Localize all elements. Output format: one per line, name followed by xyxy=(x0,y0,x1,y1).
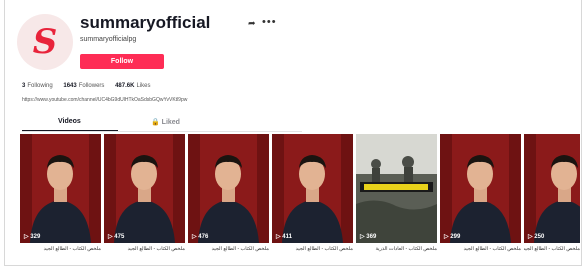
view-count: ▷ 329 xyxy=(24,234,41,240)
battle-scene-image xyxy=(356,134,437,243)
presenter-image xyxy=(188,134,269,243)
video-thumbnail[interactable]: ▷ 411 xyxy=(272,134,353,243)
presenter-image xyxy=(524,134,580,243)
play-icon: ▷ xyxy=(192,234,197,240)
video-card[interactable]: ▷ 250 ملخص الكتاب - الطالع الجيد xyxy=(524,134,580,252)
video-card[interactable]: ▷ 475 ملخص الكتاب - الطالع الجيد xyxy=(104,134,185,252)
tab-videos[interactable]: Videos xyxy=(58,118,81,125)
play-icon: ▷ xyxy=(108,234,113,240)
view-count: ▷ 250 xyxy=(528,234,545,240)
play-icon: ▷ xyxy=(444,234,449,240)
video-card[interactable]: ▷ 411 ملخص الكتاب - الطالع الجيد xyxy=(272,134,353,252)
profile-nickname: summaryofficialpg xyxy=(80,36,137,43)
presenter-image xyxy=(272,134,353,243)
video-caption: ملخص الكتاب - الطالع الجيد xyxy=(463,246,521,252)
video-caption: ملخص الكتاب - العادات الذرية xyxy=(375,246,437,252)
tab-liked[interactable]: 🔒 Liked xyxy=(151,118,180,126)
play-icon: ▷ xyxy=(24,234,29,240)
video-thumbnail[interactable]: ▷ 250 xyxy=(524,134,580,243)
stat-likes: 487.6K Likes xyxy=(115,83,151,89)
presenter-image xyxy=(104,134,185,243)
video-thumbnail[interactable]: ▷ 369 xyxy=(356,134,437,243)
video-card[interactable]: ▷ 299 ملخص الكتاب - الطالع الجيد xyxy=(440,134,521,252)
video-caption: ملخص الكتاب - الطالع الجيد xyxy=(127,246,185,252)
video-thumbnail[interactable]: ▷ 475 xyxy=(104,134,185,243)
more-icon[interactable]: ••• xyxy=(262,16,277,28)
video-card[interactable]: ▷ 476 ملخص الكتاب - الطالع الجيد xyxy=(188,134,269,252)
video-caption: ملخص الكتاب - الطالع الجيد xyxy=(295,246,353,252)
view-count: ▷ 299 xyxy=(444,234,461,240)
view-count: ▷ 476 xyxy=(192,234,209,240)
tab-divider xyxy=(22,131,302,132)
video-card[interactable]: ▷ 369 ملخص الكتاب - العادات الذرية xyxy=(356,134,437,252)
avatar[interactable]: S xyxy=(17,14,73,70)
presenter-image xyxy=(20,134,101,243)
share-icon[interactable]: ➦ xyxy=(248,18,256,29)
presenter-image xyxy=(440,134,521,243)
lock-icon: 🔒 xyxy=(151,119,160,126)
stat-followers[interactable]: 1643 Followers xyxy=(63,83,104,89)
brand-logo-icon: S xyxy=(32,22,58,62)
video-caption: ملخص الكتاب - الطالع الجيد xyxy=(43,246,101,252)
tab-active-indicator xyxy=(22,130,118,131)
view-count: ▷ 475 xyxy=(108,234,125,240)
profile-stats: 3 Following 1643 Followers 487.6K Likes xyxy=(22,83,159,89)
play-icon: ▷ xyxy=(528,234,533,240)
stat-following[interactable]: 3 Following xyxy=(22,83,53,89)
video-caption: ملخص الكتاب - الطالع الجيد xyxy=(524,246,580,252)
play-icon: ▷ xyxy=(276,234,281,240)
video-card[interactable]: ▷ 329 ملخص الكتاب - الطالع الجيد xyxy=(20,134,101,252)
profile-username: summaryofficial xyxy=(80,13,211,32)
bio-link[interactable]: https://www.youtube.com/channel/UC4bG9dU… xyxy=(22,97,187,103)
follow-button[interactable]: Follow xyxy=(80,54,164,69)
view-count: ▷ 411 xyxy=(276,234,292,240)
video-grid: ▷ 329 ملخص الكتاب - الطالع الجيد ▷ 475 م… xyxy=(20,134,580,264)
video-thumbnail[interactable]: ▷ 329 xyxy=(20,134,101,243)
video-caption: ملخص الكتاب - الطالع الجيد xyxy=(211,246,269,252)
video-thumbnail[interactable]: ▷ 299 xyxy=(440,134,521,243)
play-icon: ▷ xyxy=(360,234,365,240)
video-thumbnail[interactable]: ▷ 476 xyxy=(188,134,269,243)
view-count: ▷ 369 xyxy=(360,234,377,240)
